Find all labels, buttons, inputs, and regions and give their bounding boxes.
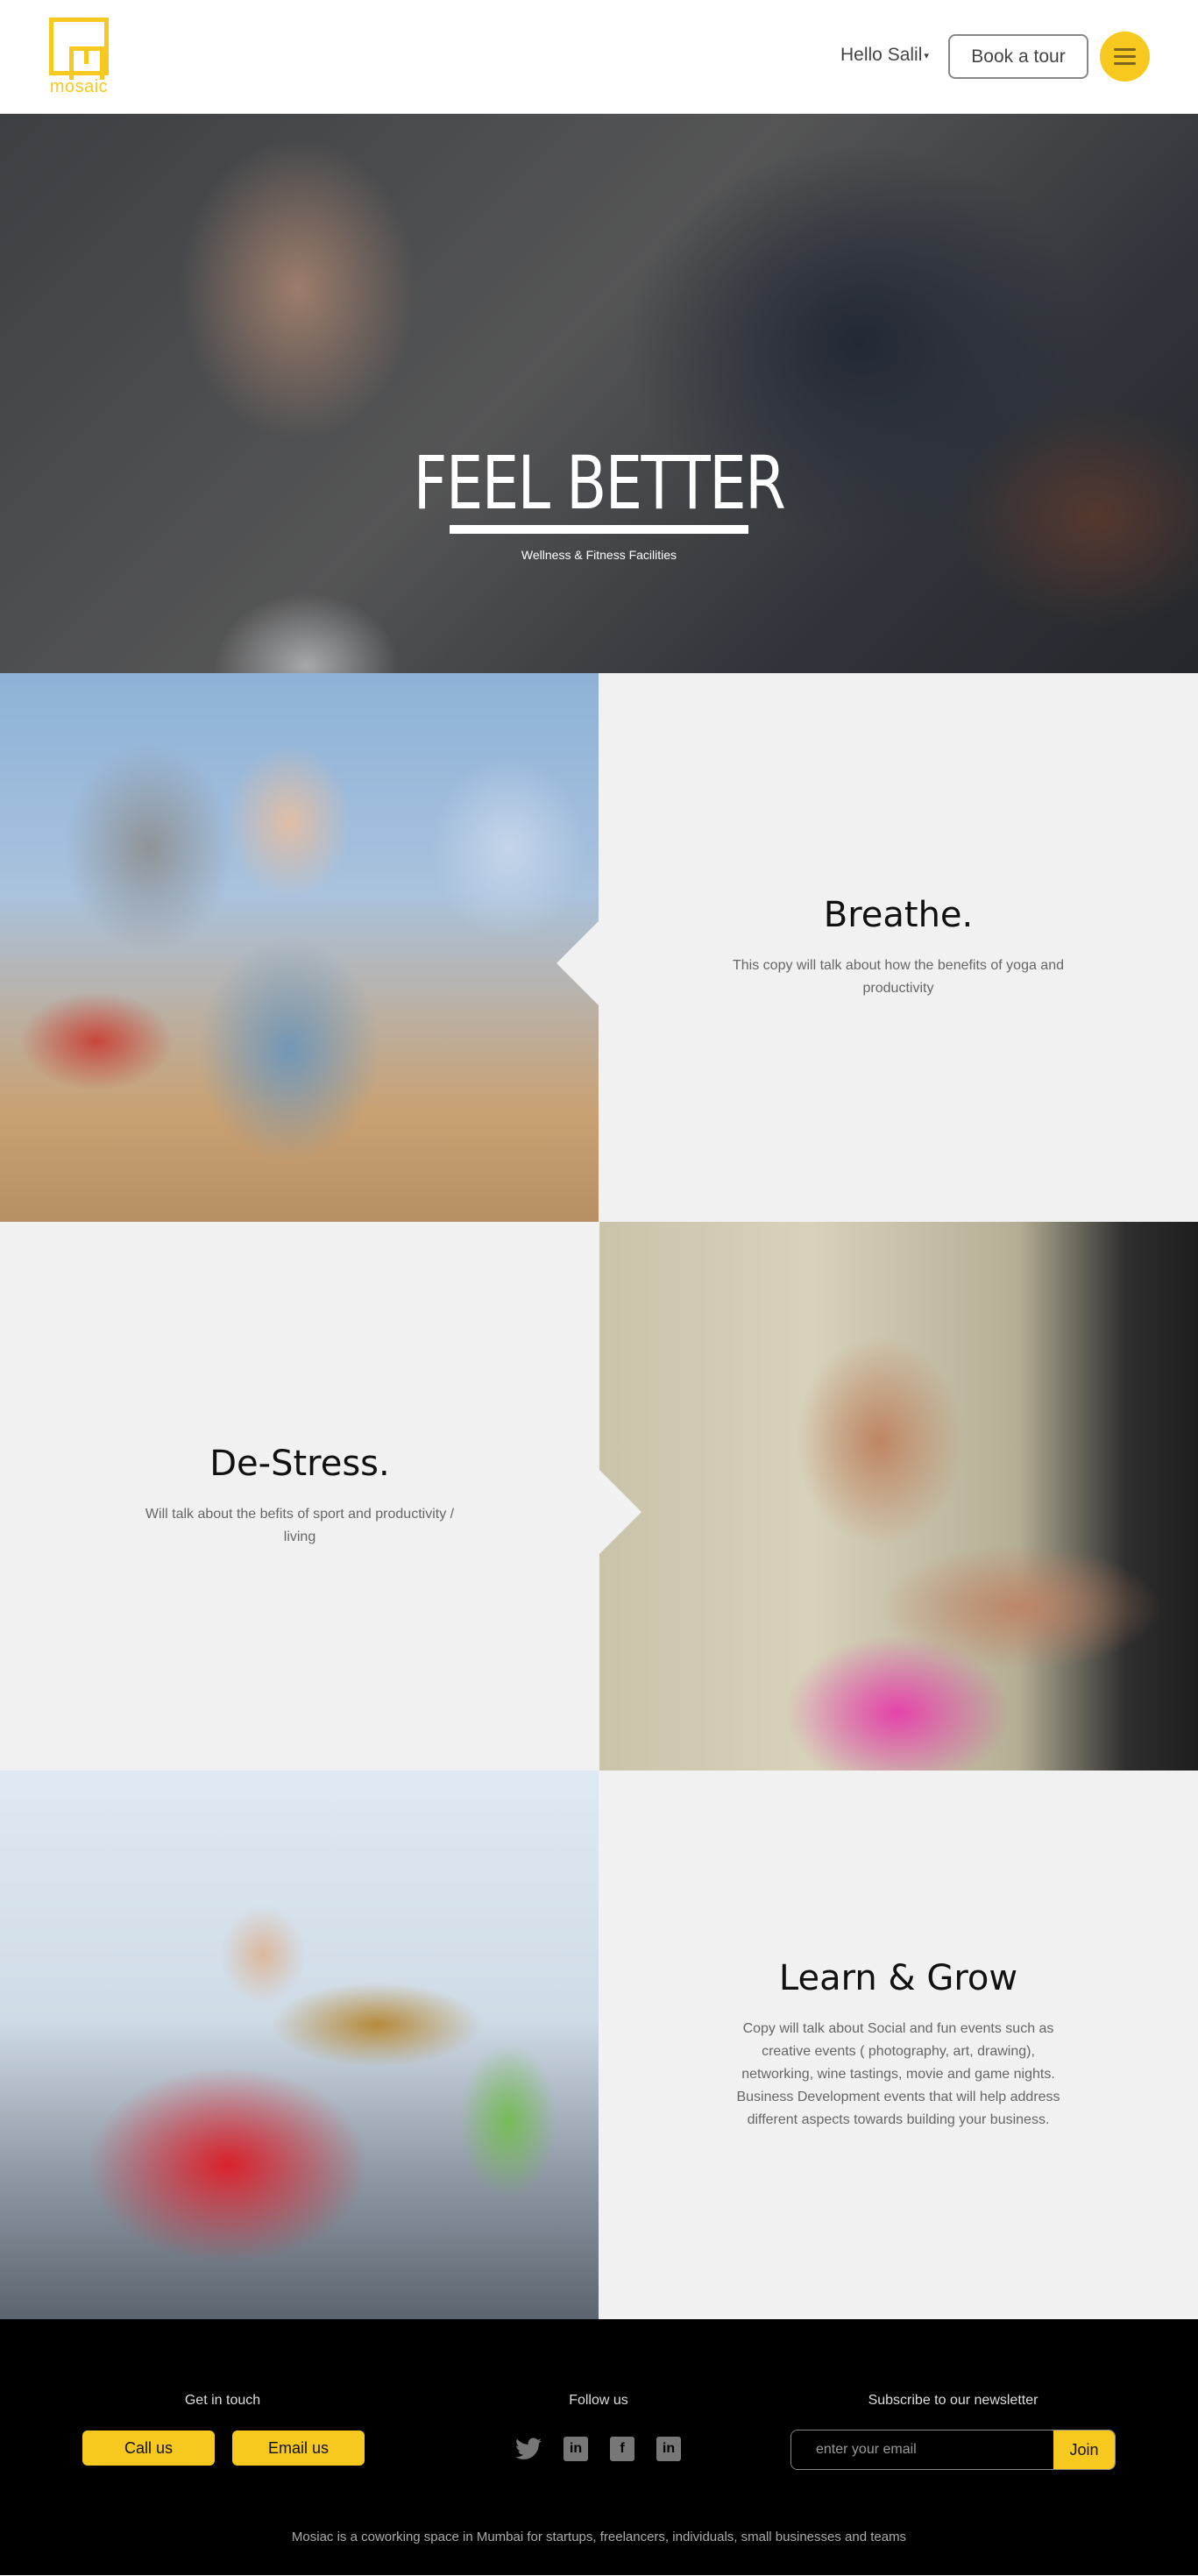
logo-text: mosaic	[49, 77, 109, 96]
hero-underline	[450, 525, 748, 534]
boxing-workout-image	[599, 1222, 1198, 1771]
feature-row-learn-grow: Learn & Grow Copy will talk about Social…	[0, 1771, 1198, 2319]
linkedin-icon[interactable]: in	[563, 2436, 589, 2462]
feature-row-breathe: Breathe. This copy will talk about how t…	[0, 673, 1198, 1222]
newsletter-title: Subscribe to our newsletter	[868, 2393, 1039, 2408]
site-footer: Get in touch Call us Email us Follow us …	[0, 2319, 1198, 2575]
site-header: mosaic Hello Salil ▾ Book a tour	[0, 0, 1198, 114]
hero-title: FEEL BETTER	[413, 440, 786, 526]
feature-body: Copy will talk about Social and fun even…	[736, 2021, 1060, 2127]
pointer-arrow	[556, 921, 599, 1005]
feature-body: Will talk about the befits of sport and …	[145, 1507, 455, 1544]
feature-panel-destress: De-Stress. Will talk about the befits of…	[0, 1222, 642, 1771]
hero-subtitle: Wellness & Fitness Facilities	[521, 548, 677, 562]
feature-panel-breathe: Breathe. This copy will talk about how t…	[556, 673, 1198, 1222]
feature-panel-learn-grow: Learn & Grow Copy will talk about Social…	[599, 1771, 1198, 2319]
feature-row-destress: De-Stress. Will talk about the befits of…	[0, 1222, 1198, 1771]
call-us-button[interactable]: Call us	[82, 2431, 215, 2466]
feature-title: Learn & Grow	[778, 1958, 1018, 1998]
book-tour-button[interactable]: Book a tour	[948, 34, 1088, 79]
mosaic-logo[interactable]: mosaic	[46, 18, 112, 98]
newsletter-form: Join	[790, 2430, 1116, 2470]
hero-banner: FEEL BETTER Wellness & Fitness Facilitie…	[0, 114, 1198, 673]
feature-title: Breathe.	[823, 895, 974, 935]
join-button[interactable]: Join	[1053, 2431, 1115, 2469]
email-us-button[interactable]: Email us	[232, 2431, 365, 2466]
yoga-class-image	[0, 673, 599, 1222]
hamburger-menu-button[interactable]	[1100, 32, 1150, 82]
user-greeting-dropdown[interactable]: Hello Salil ▾	[840, 45, 929, 66]
feature-body: This copy will talk about how the benefi…	[733, 958, 1064, 996]
follow-title: Follow us	[569, 2393, 628, 2408]
pointer-arrow	[599, 1470, 642, 1554]
logo-mark	[49, 18, 109, 80]
caret-down-icon: ▾	[924, 50, 929, 61]
twitter-icon[interactable]	[515, 2436, 542, 2462]
greeting-label: Hello Salil	[840, 45, 923, 65]
footer-tagline: Mosiac is a coworking space in Mumbai fo…	[291, 2530, 907, 2544]
linkedin-icon[interactable]: in	[656, 2436, 682, 2462]
feature-title: De-Stress.	[209, 1444, 390, 1484]
newsletter-email-input[interactable]	[791, 2431, 1053, 2469]
office-beanbag-image	[0, 1771, 599, 2319]
menu-icon	[1114, 48, 1136, 51]
contact-title: Get in touch	[184, 2393, 261, 2408]
facebook-icon[interactable]: f	[609, 2436, 635, 2462]
